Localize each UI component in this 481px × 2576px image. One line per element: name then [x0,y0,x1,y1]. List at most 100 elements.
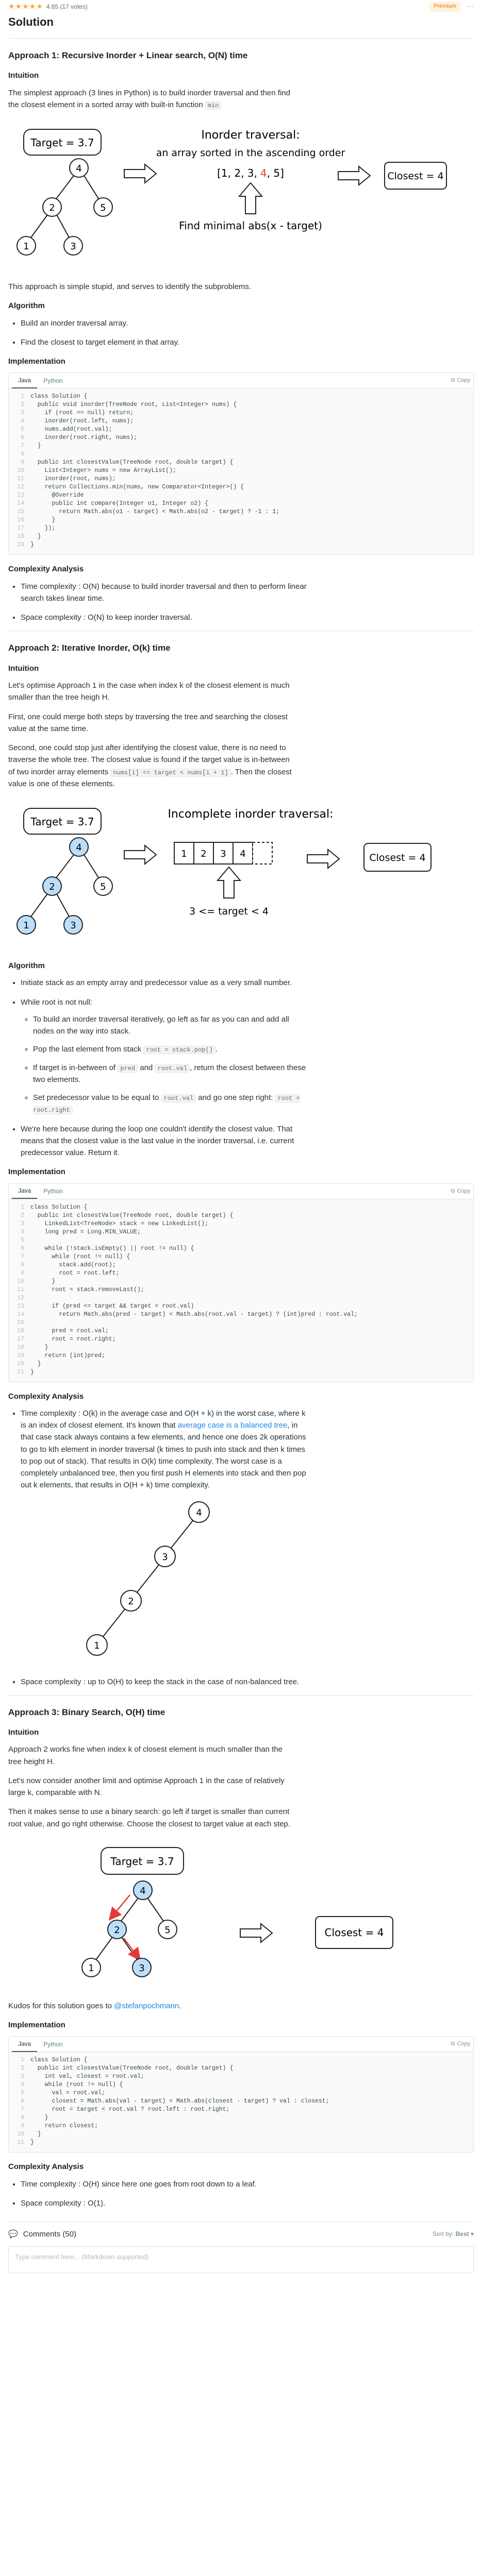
rating-stars-icon[interactable]: ★★★★★ [8,1,43,12]
array-prefix: [1, 2, 3, [217,167,257,179]
intuition-text-span: The simplest approach (3 lines in Python… [8,88,290,109]
line-number: 7 [21,2106,24,2113]
approach3-impl-heading: Implementation [8,2021,65,2030]
code-block[interactable]: 1 class Solution {2 public void inorder(T… [9,388,473,554]
approach2-figure: Target = 3.7 4 2 5 1 3 Incomplete inorde… [16,808,432,935]
balanced-tree-link[interactable]: average case is a balanced tree [178,1421,288,1430]
code-text: } [30,517,56,524]
tab-java[interactable]: Java [12,1183,38,1199]
line-number: 12 [17,1294,24,1301]
copy-button[interactable]: ⧉ Copy [451,376,470,385]
tree-node-label: 3 [70,920,76,931]
list-item: Time complexity : O(k) in the average ca… [21,1408,309,1669]
line-number: 6 [21,2098,24,2105]
chevron-down-icon: ▾ [470,2230,474,2238]
code-text: public void inorder(TreeNode root, List<… [30,401,237,409]
code-text: return (int)pred; [30,1352,105,1359]
code-text: class Solution { [30,2057,88,2064]
code-line: 9 return closest; [12,2122,468,2130]
tree-node-label: 2 [49,882,55,892]
line-number: 6 [21,434,24,442]
code-text: while (root != null) { [30,1253,130,1260]
tab-python[interactable]: Python [37,374,69,388]
code-line: 20 } [12,1360,468,1368]
tab-python[interactable]: Python [37,2037,69,2052]
sub-list-item: Set predecessor value to be equal to roo… [33,1092,309,1116]
more-options-icon[interactable]: ⋯ [467,1,474,12]
code-line: 15 [12,1319,468,1327]
code-line: 18 } [12,1344,468,1352]
copy-label: Copy [457,2041,470,2047]
code-text: pred = root.val; [30,1327,109,1334]
code-text: nums.add(root.val); [30,426,112,433]
code-text: root = root.left; [30,1269,120,1277]
copy-button[interactable]: ⧉ Copy [451,2040,470,2048]
author-link[interactable]: @stefanpochmann [114,2002,179,2010]
code-text: return Math.abs(o1 - target) < Math.abs(… [30,509,280,516]
code-line: 16 } [12,516,468,524]
list-item: Time complexity : O(N) because to build … [21,581,309,605]
comment-input[interactable]: Type comment here... (Markdown supported… [8,2246,474,2274]
sort-dropdown[interactable]: Sort by: Best ▾ [433,2229,474,2239]
code-line: 5 val = root.val; [12,2089,468,2097]
tree-node-label: 5 [100,882,106,892]
code-text: return closest; [30,2123,98,2130]
code-line: 10 } [12,2130,468,2139]
inline-code: root = stack.pop() [143,1046,215,1055]
code-tabs: Java Python ⧉ Copy [9,373,473,389]
code-line: 7 } [12,442,468,450]
tab-python[interactable]: Python [37,1184,69,1199]
tab-java[interactable]: Java [12,2037,38,2053]
line-number: 7 [21,1253,24,1260]
line-number: 11 [17,1286,24,1293]
code-text: } [30,1368,34,1376]
code-text: } [30,541,34,549]
approach2-intuition-heading: Intuition [8,664,39,673]
approach3-p3: Then it makes sense to use a binary sear… [8,1807,290,1828]
line-number: 10 [17,2131,24,2138]
premium-badge: Premium [429,2,460,12]
tab-java[interactable]: Java [12,373,38,389]
text-span: Pop the last element from stack [33,1045,142,1054]
sub-list-item: To build an inorder traversal iterativel… [33,1013,309,1038]
code-line: 2 public int closestValue(TreeNode root,… [12,1212,468,1220]
copy-icon: ⧉ [451,2041,455,2047]
code-line: 13 @Override [12,492,468,500]
code-line: 10 List<Integer> nums = new ArrayList(); [12,467,468,475]
tree-node-label: 2 [114,1925,120,1936]
approach1-complexity-heading: Complexity Analysis [8,565,84,574]
fig-title: Inorder traversal: [201,129,300,142]
approach1-intuition-text: The simplest approach (3 lines in Python… [8,87,297,111]
line-number: 4 [21,2081,24,2089]
text-span: and [140,1063,153,1072]
approach1-impl-heading: Implementation [8,357,65,366]
line-number: 13 [17,492,24,499]
list-item: Space complexity : O(N) to keep inorder … [21,612,309,623]
code-text: inorder(root.right, nums); [30,434,138,442]
copy-button[interactable]: ⧉ Copy [451,1187,470,1196]
tree-node-label: 2 [128,1596,134,1607]
line-number: 8 [21,2114,24,2122]
tree-node-label: 1 [88,1963,94,1974]
tree-node-label: 4 [76,842,81,853]
tree-node-label: 5 [164,1925,170,1936]
code-line: 12 [12,1294,468,1302]
code-line: 5 [12,1236,468,1245]
list-item: We're here because during the loop one c… [21,1123,309,1159]
code-block[interactable]: 1 class Solution {2 public int closestVal… [9,1199,473,1382]
code-block[interactable]: 1 class Solution {2 public int closestVal… [9,2052,473,2152]
code-line: 1 class Solution { [12,2056,468,2064]
page-title: Solution [8,15,54,28]
sub-list-item: Pop the last element from stack root = s… [33,1043,309,1055]
sorted-array: [1, 2, 3, 4, 5] [217,167,284,179]
inline-code: root.val [155,1064,190,1073]
approach1-title: Approach 1: Recursive Inorder + Linear s… [8,50,248,61]
line-number: 19 [17,541,24,549]
code-line: 12 return Collections.min(nums, new Comp… [12,483,468,492]
up-arrow-icon [216,866,242,899]
text-span: While root is not null: [21,997,93,1007]
code-line: 21} [12,1368,468,1377]
kudos-text: Kudos for this solution goes to @stefanp… [8,2000,297,2012]
code-line: 17 root = root.right; [12,1335,468,1344]
code-text: } [30,533,41,540]
